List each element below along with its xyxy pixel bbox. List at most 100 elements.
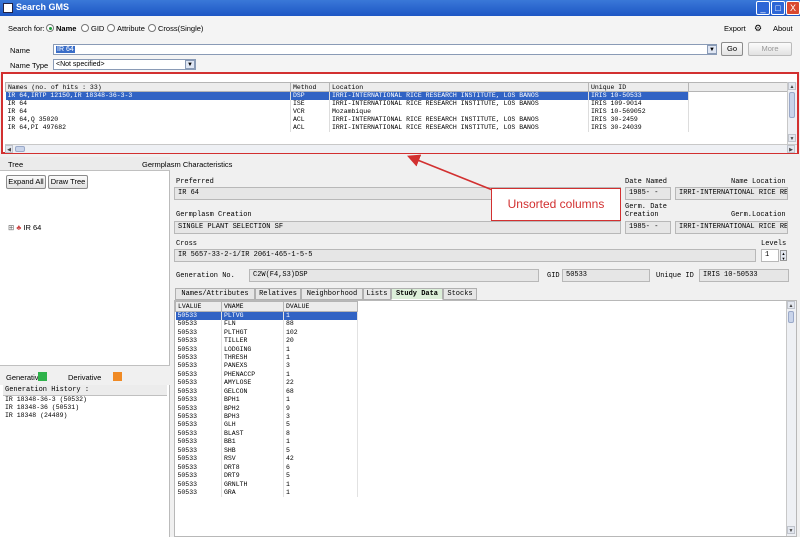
history-entry[interactable]: IR 18348-36 (50531) (3, 404, 167, 412)
cell-unique-id: IRIS 30-24039 (588, 123, 689, 132)
table-row[interactable]: 50533 GLH 5 (175, 421, 358, 430)
table-row[interactable]: 50533 GRA 1 (175, 488, 358, 498)
history-entry[interactable]: IR 18348-36-3 (50532) (3, 396, 167, 404)
chevron-down-icon[interactable]: ▼ (185, 60, 195, 69)
scroll-thumb[interactable] (788, 311, 794, 323)
table-row[interactable]: IR 64,Q 35020 ACL IRRI-INTERNATIONAL RIC… (5, 115, 789, 124)
results-horizontal-scrollbar[interactable]: ◀ ▶ (5, 144, 797, 153)
column-header-unique-id[interactable]: Unique ID (588, 82, 689, 92)
table-row[interactable]: 50533 PLTVG 1 (175, 311, 358, 320)
date-named-field[interactable]: 1985- - (625, 187, 671, 200)
cell-vname: BPH1 (221, 395, 284, 405)
tab-relatives[interactable]: Relatives (255, 288, 301, 300)
table-row[interactable]: 50533 BPH3 3 (175, 412, 358, 422)
table-row[interactable]: 50533 BB1 1 (175, 438, 358, 447)
close-button[interactable]: X (786, 1, 800, 15)
about-link[interactable]: About (773, 24, 793, 33)
germ-location-label: Germ.Location (731, 211, 786, 219)
table-row[interactable]: 50533 RSV 42 (175, 455, 358, 464)
scroll-left-icon[interactable]: ◀ (5, 145, 13, 153)
cell-dvalue: 1 (283, 438, 358, 447)
cell-vname: GRNLTH (221, 480, 284, 489)
scroll-right-icon[interactable]: ▶ (787, 145, 795, 153)
cross-label: Cross (176, 240, 198, 248)
table-row[interactable]: 50533 BPH2 9 (175, 404, 358, 413)
table-row[interactable]: 50533 THRESH 1 (175, 353, 358, 363)
tab-lists[interactable]: Lists (363, 288, 391, 300)
cell-vname: BPH2 (221, 404, 284, 413)
gear-icon[interactable]: ⚙ (754, 23, 762, 34)
name-field[interactable]: IR 64 (53, 44, 717, 55)
creation-field[interactable]: SINGLE PLANT SELECTION SF (174, 221, 621, 234)
table-row[interactable]: 50533 TILLER 20 (175, 336, 358, 346)
table-row[interactable]: 50533 BPH1 1 (175, 395, 358, 405)
column-header-lvalue[interactable]: LVALUE (175, 301, 222, 312)
scroll-thumb[interactable] (789, 92, 795, 118)
generation-field[interactable]: C2W(F4,S3)DSP (249, 269, 539, 282)
table-row[interactable]: 50533 FLN 88 (175, 320, 358, 329)
table-row[interactable]: 50533 BLAST 8 (175, 429, 358, 439)
scroll-thumb[interactable] (15, 146, 25, 152)
tab-names-attributes[interactable]: Names/Attributes (175, 288, 255, 300)
cell-filler (688, 91, 789, 100)
table-row[interactable]: 50533 DRT9 5 (175, 471, 358, 481)
table-row[interactable]: IR 64,IRTP 12150,IR 18348-36-3-3 DSP IRR… (5, 91, 789, 100)
expand-all-button[interactable]: Expand All (6, 175, 46, 189)
export-link[interactable]: Export (724, 24, 746, 33)
germ-location-field[interactable]: IRRI-INTERNATIONAL RICE RE (675, 221, 788, 234)
scroll-up-icon[interactable]: ▲ (787, 301, 795, 309)
scroll-down-icon[interactable]: ▼ (787, 526, 795, 534)
column-header-dvalue[interactable]: DVALUE (283, 301, 358, 312)
table-row[interactable]: 50533 GELCON 68 (175, 387, 358, 396)
column-header-method[interactable]: Method (290, 82, 330, 92)
cell-lvalue: 50533 (175, 438, 222, 447)
tree-node[interactable]: ⊞ ♣ IR 64 (8, 223, 41, 232)
radio-cross[interactable] (148, 24, 156, 32)
maximize-button[interactable]: □ (771, 1, 785, 15)
table-row[interactable]: 50533 PLTHGT 102 (175, 328, 358, 337)
preferred-label: Preferred (176, 178, 214, 186)
levels-field[interactable]: 1 (761, 249, 779, 262)
history-entry[interactable]: IR 18348 (24489) (3, 412, 167, 420)
unique-id-field[interactable]: IRIS 10-50533 (699, 269, 789, 282)
minimize-button[interactable]: _ (756, 1, 770, 15)
go-button[interactable]: Go (721, 42, 743, 56)
chevron-down-icon[interactable]: ▼ (707, 45, 717, 54)
table-row[interactable]: IR 64,PI 497682 ACL IRRI-INTERNATIONAL R… (5, 123, 789, 132)
cell-vname: GRA (221, 488, 284, 498)
table-row[interactable]: 50533 PHENACCP 1 (175, 370, 358, 380)
table-row[interactable]: 50533 DRT8 6 (175, 463, 358, 472)
more-button[interactable]: More (748, 42, 792, 56)
column-header-location[interactable]: Location (329, 82, 589, 92)
name-location-field[interactable]: IRRI-INTERNATIONAL RICE RE (675, 187, 788, 200)
table-row[interactable]: IR 64 VCR Mozambique IRIS 10-569052 (5, 107, 789, 116)
table-row[interactable]: IR 64 ISE IRRI-INTERNATIONAL RICE RESEAR… (5, 99, 789, 108)
radio-name-label: Name (56, 24, 77, 33)
cell-method: VCR (290, 107, 330, 116)
draw-tree-button[interactable]: Draw Tree (48, 175, 88, 189)
tab-study-data[interactable]: Study Data (391, 288, 443, 300)
expand-icon[interactable]: ⊞ (8, 223, 14, 232)
scroll-up-icon[interactable]: ▲ (788, 82, 796, 90)
gid-field[interactable]: 50533 (562, 269, 650, 282)
germ-date-field[interactable]: 1985- - (625, 221, 671, 234)
table-row[interactable]: 50533 AMYLOSE 22 (175, 379, 358, 388)
table-row[interactable]: 50533 GRNLTH 1 (175, 480, 358, 489)
table-row[interactable]: 50533 PANEXS 3 (175, 362, 358, 371)
radio-name[interactable] (46, 24, 54, 32)
study-vertical-scrollbar[interactable]: ▲ ▼ (786, 301, 796, 536)
column-header-vname[interactable]: VNAME (221, 301, 284, 312)
table-row[interactable]: 50533 LODGING 1 (175, 345, 358, 354)
scroll-down-icon[interactable]: ▼ (788, 134, 796, 142)
cross-field[interactable]: IR 5657-33-2-1/IR 2061-465-1-5-5 (174, 249, 756, 262)
results-vertical-scrollbar[interactable]: ▲ ▼ (787, 82, 797, 144)
tab-stocks[interactable]: Stocks (443, 288, 477, 300)
radio-gid[interactable] (81, 24, 89, 32)
column-header-names[interactable]: Names (no. of hits : 33) (5, 82, 291, 92)
table-row[interactable]: 50533 SHB 5 (175, 446, 358, 455)
tab-neighborhood[interactable]: Neighborhood (301, 288, 363, 300)
name-type-label: Name Type (10, 61, 49, 70)
name-type-select[interactable]: <Not specified> (53, 59, 196, 70)
radio-attribute[interactable] (107, 24, 115, 32)
levels-spinner[interactable]: ▲ ▼ (780, 250, 787, 261)
